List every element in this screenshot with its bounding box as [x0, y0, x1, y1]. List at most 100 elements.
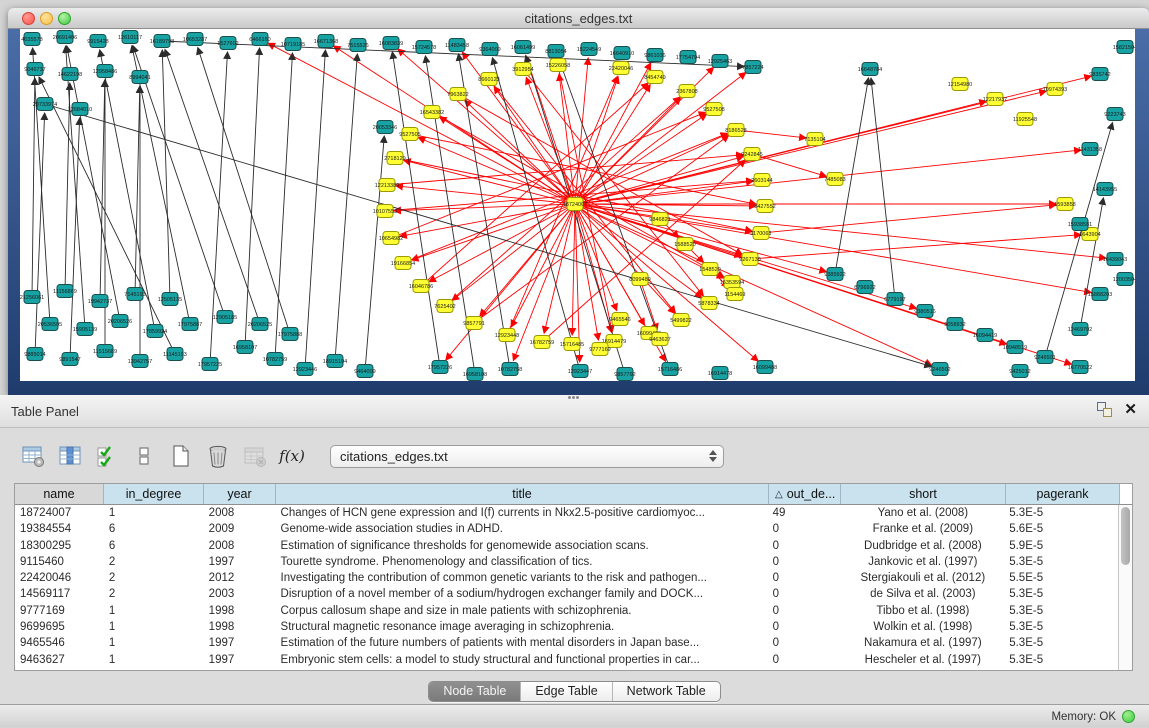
- new-document-button[interactable]: [168, 443, 194, 469]
- graph-node[interactable]: 9463627: [649, 333, 670, 346]
- graph-node[interactable]: 20206525: [248, 318, 272, 331]
- graph-node[interactable]: 19942737: [88, 295, 112, 308]
- graph-node[interactable]: 2367808: [676, 85, 697, 98]
- graph-node[interactable]: 17754794: [676, 51, 700, 64]
- graph-node[interactable]: 9223743: [1104, 108, 1125, 121]
- graph-node[interactable]: 9380516: [914, 305, 935, 318]
- column-header-title[interactable]: title: [276, 484, 769, 504]
- graph-edge[interactable]: [165, 50, 260, 324]
- graph-node[interactable]: 14622198: [58, 68, 82, 81]
- graph-node[interactable]: 8454749: [644, 71, 665, 84]
- graph-node[interactable]: 9425012: [1009, 365, 1030, 378]
- graph-node[interactable]: 12217937: [983, 93, 1007, 106]
- graph-node[interactable]: 2718129: [384, 152, 405, 165]
- column-header-in_degree[interactable]: in_degree: [104, 484, 204, 504]
- graph-node[interactable]: 11925548: [1013, 113, 1037, 126]
- graph-node[interactable]: 7857224: [742, 61, 763, 74]
- graph-node[interactable]: 2603144: [751, 174, 772, 187]
- graph-node[interactable]: 20053346: [373, 121, 397, 134]
- graph-node[interactable]: 9246501: [1034, 351, 1055, 364]
- column-header-year[interactable]: year: [204, 484, 276, 504]
- graph-node[interactable]: 10974393: [1043, 83, 1067, 96]
- table-row[interactable]: 946554611997Estimation of the future num…: [15, 635, 1118, 651]
- graph-edge[interactable]: [305, 50, 325, 369]
- graph-node[interactable]: 9527505: [399, 128, 420, 141]
- graph-node[interactable]: 19166854: [391, 257, 415, 270]
- graph-node[interactable]: 17957226: [428, 361, 452, 374]
- graph-edge[interactable]: [544, 204, 575, 333]
- graph-edge[interactable]: [275, 53, 292, 359]
- graph-node[interactable]: 9891547: [59, 353, 80, 366]
- graph-node[interactable]: 9465546: [609, 313, 630, 326]
- graph-node[interactable]: 20206526: [108, 315, 132, 328]
- graph-node[interactable]: 20536505: [38, 318, 62, 331]
- column-header-pagerank[interactable]: pagerank: [1006, 484, 1120, 504]
- select-columns-button[interactable]: [57, 443, 83, 469]
- graph-node[interactable]: 7135104: [804, 133, 825, 146]
- graph-node[interactable]: 9246502: [929, 363, 950, 376]
- graph-node[interactable]: 13942757: [128, 355, 152, 368]
- graph-node[interactable]: 16061499: [511, 41, 535, 54]
- graph-node[interactable]: 16958107: [233, 341, 257, 354]
- graph-node[interactable]: 16648784: [858, 63, 882, 76]
- graph-node[interactable]: 15724578: [412, 41, 436, 54]
- graph-node[interactable]: 16189798: [150, 35, 174, 48]
- graph-node[interactable]: 9885014: [24, 348, 45, 361]
- graph-node[interactable]: 7625402: [434, 300, 455, 313]
- graph-edge[interactable]: [1045, 123, 1113, 357]
- graph-node[interactable]: 17975888: [278, 328, 302, 341]
- graph-node[interactable]: 18915104: [323, 355, 347, 368]
- graph-node[interactable]: 15888203: [1088, 288, 1112, 301]
- graph-node[interactable]: 20691406: [53, 31, 77, 44]
- graph-edge[interactable]: [429, 204, 575, 282]
- table-row[interactable]: 2242004622012Investigating the contribut…: [15, 570, 1118, 586]
- graph-node[interactable]: 1527602: [217, 37, 238, 50]
- graph-edge[interactable]: [198, 48, 290, 334]
- graph-edge[interactable]: [465, 100, 575, 204]
- graph-edge[interactable]: [39, 77, 175, 354]
- graph-node[interactable]: 15905139: [73, 323, 97, 336]
- column-header-name[interactable]: name: [15, 484, 104, 504]
- graph-node[interactable]: 16640910: [610, 47, 634, 60]
- graph-node[interactable]: 8186528: [725, 124, 746, 137]
- graph-node[interactable]: 21256061: [20, 291, 44, 304]
- graph-node[interactable]: 9915428: [87, 35, 108, 48]
- tab-edge-table[interactable]: Edge Table: [521, 682, 612, 701]
- graph-node[interactable]: 7515526: [347, 39, 368, 52]
- column-header-out_de[interactable]: △out_de...: [769, 484, 841, 504]
- graph-node[interactable]: 12958486: [93, 65, 117, 78]
- graph-node[interactable]: 12469702: [1068, 323, 1092, 336]
- graph-edge[interactable]: [365, 136, 384, 371]
- function-builder-button[interactable]: f(x): [279, 443, 305, 469]
- graph-node[interactable]: 22420046: [609, 62, 633, 75]
- table-row[interactable]: 1938455462009Genome-wide association stu…: [15, 521, 1118, 537]
- graph-node[interactable]: 11156869: [53, 285, 77, 298]
- panel-resize-grip[interactable]: [568, 396, 582, 402]
- graph-node[interactable]: 9527508: [703, 103, 724, 116]
- graph-node[interactable]: 8994041: [129, 71, 150, 84]
- table-settings-button[interactable]: [20, 443, 46, 469]
- graph-node[interactable]: 11431358: [1078, 143, 1102, 156]
- graph-node[interactable]: 9846821: [649, 213, 670, 226]
- graph-node[interactable]: 12905185: [213, 311, 237, 324]
- graph-node[interactable]: 17975887: [178, 318, 202, 331]
- graph-node[interactable]: 12154980: [948, 78, 972, 91]
- graph-node[interactable]: 16782759: [530, 336, 554, 349]
- graph-node[interactable]: 9835742: [1089, 68, 1110, 81]
- tab-network-table[interactable]: Network Table: [613, 682, 720, 701]
- graph-node[interactable]: 5878334: [698, 297, 719, 310]
- float-panel-icon[interactable]: [1097, 402, 1112, 417]
- graph-node[interactable]: 8660123: [478, 73, 499, 86]
- graph-node[interactable]: 16914478: [708, 367, 732, 380]
- graph-node[interactable]: 10107553: [373, 205, 397, 218]
- table-row[interactable]: 1456911722003Disruption of a novel membe…: [15, 586, 1118, 602]
- graph-node[interactable]: 11145193: [163, 348, 187, 361]
- graph-node[interactable]: 12923448: [495, 329, 519, 342]
- graph-node[interactable]: 8099489: [629, 273, 650, 286]
- graph-edge[interactable]: [32, 78, 35, 297]
- graph-node[interactable]: 14143955: [1093, 183, 1117, 196]
- row-height-button[interactable]: [131, 443, 157, 469]
- graph-node[interactable]: 15821504: [1113, 41, 1135, 54]
- graph-edge[interactable]: [575, 91, 1046, 204]
- graph-node[interactable]: 3912954: [512, 63, 533, 76]
